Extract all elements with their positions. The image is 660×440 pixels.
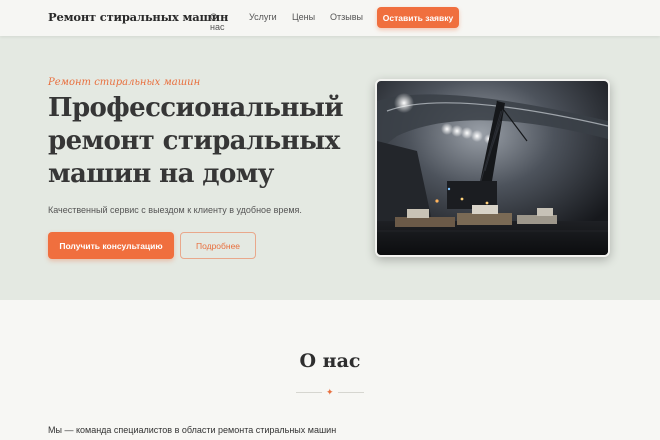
hero-subtitle: Качественный сервис с выездом к клиенту … [48, 205, 302, 215]
consultation-button[interactable]: Получить консультацию [48, 232, 174, 259]
about-text: Мы — команда специалистов в области ремо… [48, 425, 337, 435]
hero-kicker: Ремонт стиральных машин [48, 77, 201, 88]
request-button[interactable]: Оставить заявку [377, 7, 459, 28]
hero-photo [375, 79, 610, 257]
site-logo[interactable]: Ремонт стиральных машин [48, 10, 228, 24]
nav-link-about[interactable]: О нас [210, 12, 224, 32]
more-button[interactable]: Подробнее [180, 232, 256, 259]
section-divider: ✦ [296, 387, 364, 397]
nav-link-services[interactable]: Услуги [249, 12, 277, 22]
hero-title: Профессиональный ремонт стиральных машин… [48, 93, 344, 189]
divider-line-right [338, 392, 364, 393]
diamond-icon: ✦ [326, 387, 334, 397]
site-header: Ремонт стиральных машин О нас Услуги Цен… [0, 0, 660, 36]
about-title: О нас [299, 350, 361, 372]
divider-line-left [296, 392, 322, 393]
nav-link-reviews[interactable]: Отзывы [330, 12, 363, 22]
nav-link-prices[interactable]: Цены [292, 12, 315, 22]
